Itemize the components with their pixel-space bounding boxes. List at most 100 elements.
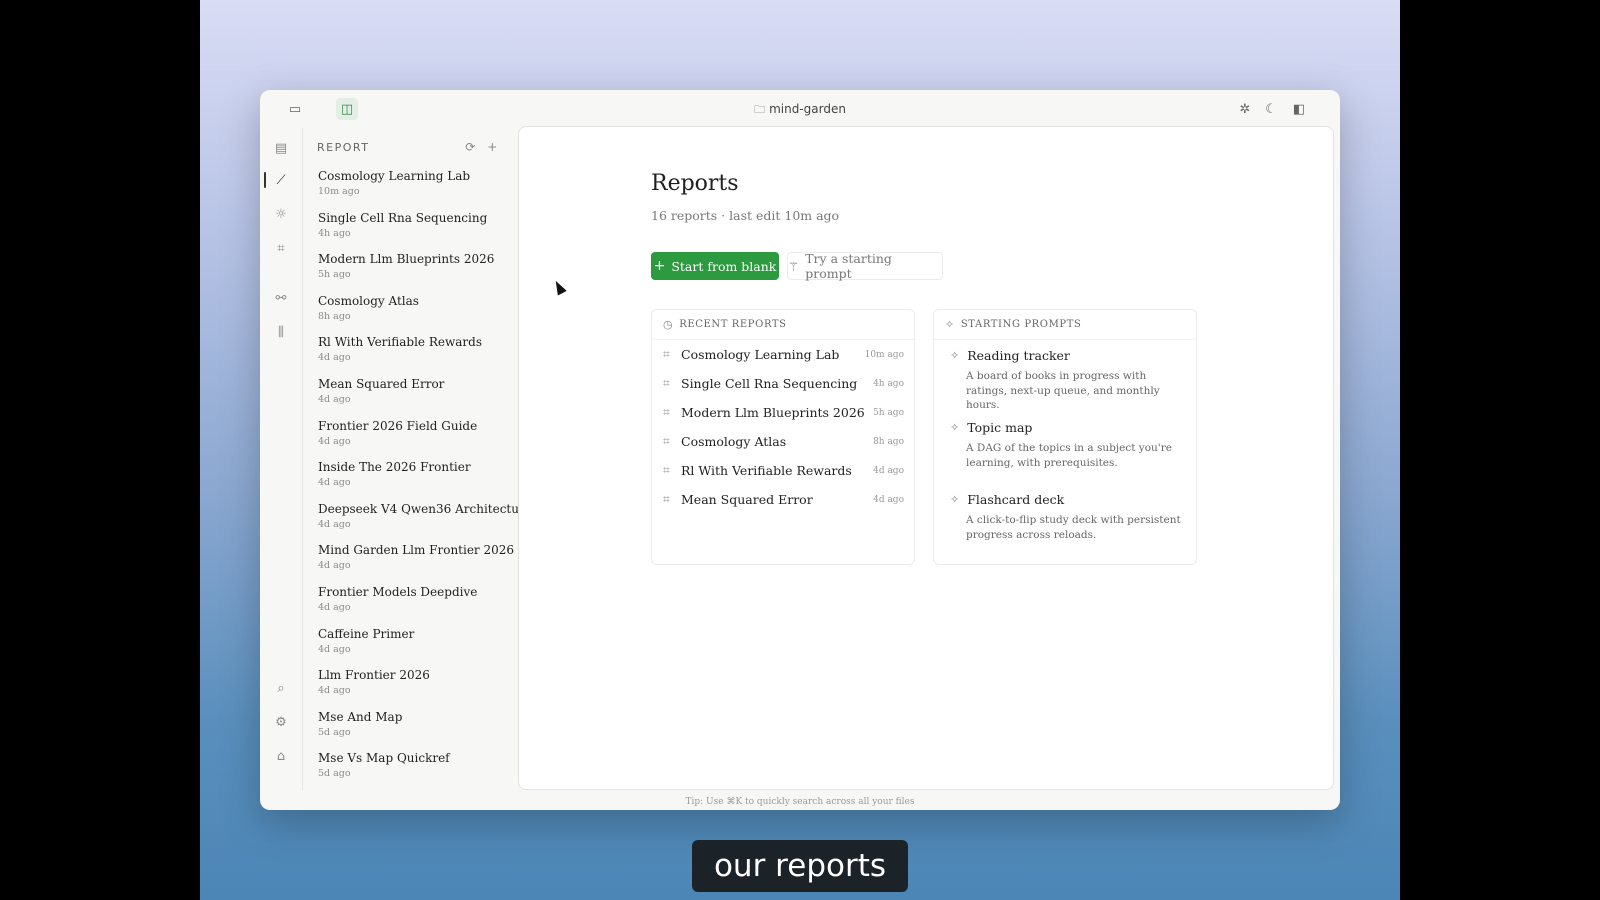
tag-icon[interactable]: ⌗ [271, 238, 291, 258]
page-subtitle: 16 reports · last edit 10m ago [651, 208, 840, 223]
sidebar-item[interactable]: Caffeine Primer 4d ago [318, 624, 518, 666]
sidebar-item-name: Mse And Map [318, 709, 403, 724]
recent-report-time: 8h ago [873, 436, 904, 447]
prompt-title: Flashcard deck [967, 492, 1065, 507]
recent-report-name: Rl With Verifiable Rewards [681, 463, 852, 478]
starting-prompts-card: ✧ STARTING PROMPTS ✧ Reading tracker A boa… [933, 309, 1197, 565]
sidebar-item[interactable]: Modern Llm Blueprints 2026 5h ago [318, 249, 518, 291]
active-rail-marker [264, 172, 266, 188]
panel-toggle-icon[interactable]: ◧ [1288, 98, 1310, 120]
recent-report-time: 4d ago [873, 494, 904, 505]
sidebar-item-name: Inside The 2026 Frontier [318, 460, 471, 475]
prompt-title: Topic map [967, 420, 1033, 435]
sidebar-item-name: Frontier 2026 Field Guide [318, 418, 478, 433]
recent-report-row[interactable]: ⌗ Cosmology Learning Lab 10m ago [652, 340, 914, 369]
moon-icon[interactable]: ☾ [1260, 98, 1282, 120]
sun-icon[interactable]: ☼ [271, 204, 291, 224]
prompt-description: A DAG of the topics in a subject you're … [966, 442, 1172, 469]
folder-icon: 🗀 [754, 103, 766, 116]
sidebar-item-name: Deepseek V4 Qwen36 Architecture Re [318, 501, 518, 516]
home-icon[interactable]: ⌂ [271, 746, 291, 766]
sidebar-item-time: 4d ago [318, 352, 351, 364]
recent-reports-header: ◷ RECENT REPORTS [652, 310, 914, 340]
app-window: ▭ ◫ 🗀 mind-garden ✲ ☾ ◧ ▤ ⟋ ☼ ⌗ ⚯ ⫼ ⌕ ⚙ ⌂… [260, 90, 1340, 810]
clock-icon: ◷ [663, 318, 674, 331]
chart-icon[interactable]: ⟋ [271, 170, 291, 190]
sidebar-item[interactable]: Single Cell Rna Sequencing 4h ago [318, 208, 518, 250]
prompt-item[interactable]: ✧ Reading tracker A board of books in pro… [934, 340, 1196, 412]
sidebar-item-time: 4d ago [318, 393, 351, 405]
recent-report-row[interactable]: ⌗ Rl With Verifiable Rewards 4d ago [652, 456, 914, 485]
gear-icon[interactable]: ⚙ [271, 712, 291, 732]
sidebar-item[interactable]: Mind Garden Llm Frontier 2026 4d ago [318, 540, 518, 582]
report-icon: ⌗ [663, 492, 670, 506]
recent-report-name: Modern Llm Blueprints 2026 [681, 405, 865, 420]
sidebar-list: Cosmology Learning Lab 10m ago Single Cel… [303, 166, 518, 790]
sidebar-item[interactable]: Inside The 2026 Frontier 4d ago [318, 457, 518, 499]
sidebar-item[interactable]: Llm Frontier 2026 4d ago [318, 665, 518, 707]
sidebar-item-time: 4d ago [318, 435, 351, 447]
sidebar-item-name: Single Cell Rna Sequencing [318, 210, 488, 225]
sidebar-item-name: Cosmology Learning Lab [318, 169, 471, 183]
recent-report-name: Mean Squared Error [681, 492, 813, 507]
sidebar-item[interactable]: Mean Squared Error 4d ago [318, 374, 518, 416]
sidebar-item-time: 10m ago [318, 186, 360, 197]
recent-report-row[interactable]: ⌗ Single Cell Rna Sequencing 4h ago [652, 369, 914, 398]
recent-report-time: 10m ago [864, 349, 904, 360]
sidebar-item[interactable]: Mse And Map 5d ago [318, 707, 518, 749]
sidebar-item-name: Mean Squared Error [318, 376, 445, 391]
video-caption: our reports [692, 840, 908, 892]
start-from-blank-button[interactable]: + Start from blank [651, 252, 779, 280]
sidebar-item-time: 4d ago [318, 477, 351, 489]
sidebar-item[interactable]: Cosmology Atlas 8h ago [318, 291, 518, 333]
report-sidebar: REPORT ⟳ + Cosmology Learning Lab 10m ago… [302, 128, 518, 790]
refresh-icon[interactable]: ⟳ [460, 140, 482, 154]
try-starting-prompt-button[interactable]: ⚚ Try a starting prompt [787, 251, 943, 281]
prompt-title: Reading tracker [967, 348, 1070, 363]
sidebar-item-time: 4d ago [318, 560, 351, 572]
sparkle-icon: ✧ [950, 493, 960, 506]
sidebar-item-name: Mse Vs Map Quickref [318, 751, 450, 766]
recent-reports-card: ◷ RECENT REPORTS ⌗ Cosmology Learning Lab 1… [651, 309, 915, 565]
recent-report-name: Cosmology Learning Lab [681, 347, 840, 362]
sidebar-item-name: Mind Garden Llm Frontier 2026 [318, 543, 515, 558]
recent-reports-title: RECENT REPORTS [679, 319, 787, 330]
sidebar-item[interactable]: Frontier 2026 Field Guide 4d ago [318, 416, 518, 458]
sidebar-item-time: 5h ago [318, 269, 351, 281]
plus-icon: + [653, 258, 666, 274]
sidebar-item-time: 5d ago [318, 768, 351, 780]
title-bar: ▭ ◫ 🗀 mind-garden ✲ ☾ ◧ [260, 90, 1340, 128]
sidebar-item[interactable]: Cosmology Learning Lab 10m ago [318, 166, 518, 208]
sidebar-item-name: Llm Frontier 2026 [318, 668, 430, 683]
activity-rail: ▤ ⟋ ☼ ⌗ ⚯ ⫼ ⌕ ⚙ ⌂ [260, 128, 302, 790]
prompt-item[interactable]: ✧ Topic map A DAG of the topics in a subj… [934, 412, 1196, 484]
report-icon: ⌗ [663, 463, 670, 477]
recent-report-row[interactable]: ⌗ Modern Llm Blueprints 2026 5h ago [652, 398, 914, 427]
recent-report-row[interactable]: ⌗ Mean Squared Error 4d ago [652, 485, 914, 514]
bug-icon[interactable]: ✲ [1234, 98, 1256, 120]
sidebar-item-name: Rl With Verifiable Rewards [318, 335, 482, 350]
library-icon[interactable]: ⫼ [271, 322, 291, 342]
starting-prompts-title: STARTING PROMPTS [960, 319, 1082, 330]
sidebar-header-label: REPORT [317, 140, 370, 154]
report-icon: ⌗ [663, 405, 670, 419]
sidebar-item[interactable]: Rl With Verifiable Rewards 4d ago [318, 332, 518, 374]
graph-icon[interactable]: ⚯ [271, 288, 291, 308]
sidebar-item[interactable]: Deepseek V4 Qwen36 Architecture Re 4d ago [318, 499, 518, 541]
sparkle-icon: ✧ [950, 349, 960, 362]
prompt-item[interactable]: ✧ Flashcard deck A click-to-flip study de… [934, 484, 1196, 556]
sidebar-item[interactable]: Frontier Models Deepdive 4d ago [318, 582, 518, 624]
add-icon[interactable]: + [482, 140, 504, 154]
sidebar-item-time: 4d ago [318, 643, 351, 655]
recent-report-row[interactable]: ⌗ Cosmology Atlas 8h ago [652, 427, 914, 456]
starting-prompts-header: ✧ STARTING PROMPTS [934, 310, 1196, 340]
report-icon: ⌗ [663, 347, 670, 361]
sidebar-item[interactable]: Mse Vs Map Quickref 5d ago [318, 748, 518, 790]
sparkle-icon: ✧ [945, 318, 955, 331]
main-panel: Reports 16 reports · last edit 10m ago +… [518, 126, 1334, 790]
search-icon[interactable]: ⌕ [271, 678, 291, 698]
recent-report-name: Cosmology Atlas [681, 434, 787, 449]
notebook-icon[interactable]: ▤ [271, 138, 291, 158]
sidebar-item-time: 4h ago [318, 227, 351, 239]
page-title: Reports [651, 171, 739, 196]
